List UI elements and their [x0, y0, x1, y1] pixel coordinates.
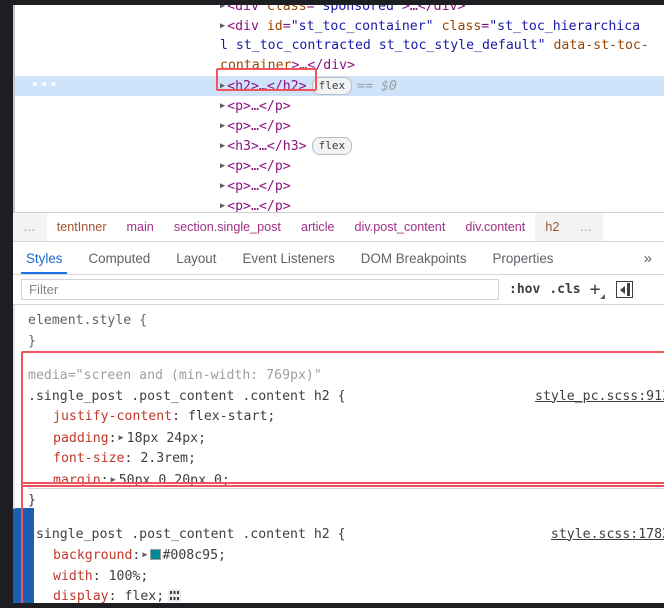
devtools-screenshot: ▶ <div class="sponsored">…</div> ▶ <div id… — [0, 0, 664, 608]
property-name[interactable]: font-size — [53, 451, 124, 466]
color-swatch-icon[interactable] — [150, 549, 162, 560]
tab-layout[interactable]: Layout — [163, 242, 229, 274]
breadcrumb-item-h2[interactable]: h2 — [535, 213, 570, 241]
rule-selector[interactable]: .single_post .post_content .content h2 { — [28, 527, 346, 542]
expand-triangle-icon[interactable]: ▶ — [220, 76, 225, 96]
dom-row-div-sponsored[interactable]: ▶ <div class="sponsored">…</div> — [15, 5, 664, 16]
property-name[interactable]: background — [53, 548, 132, 563]
expand-shorthand-icon[interactable]: ▶ — [119, 428, 124, 449]
breadcrumb-item-div-post-content[interactable]: div.post_content — [345, 213, 456, 241]
dom-row-p[interactable]: ▶ <p>…</p> — [15, 156, 664, 176]
tab-event-listeners[interactable]: Event Listeners — [229, 242, 347, 274]
declaration-display[interactable]: display: flex; — [13, 587, 664, 603]
flex-editor-icon[interactable] — [168, 589, 182, 602]
declaration-width[interactable]: width: 100%; — [13, 567, 664, 588]
property-value[interactable]: 50px 0 20px 0; — [119, 473, 230, 488]
filter-toolbar: :hov .cls + — [509, 278, 639, 300]
expand-triangle-icon[interactable]: ▶ — [220, 196, 225, 212]
rule-selector-row: .single_post .post_content .content h2 {… — [13, 387, 664, 408]
expand-triangle-icon[interactable]: ▶ — [220, 16, 225, 36]
expand-triangle-icon[interactable]: ▶ — [220, 116, 225, 136]
property-value[interactable]: #008c95; — [162, 548, 226, 563]
dom-row-div-toc-container-wrap1: l st_toc_contracted st_toc_style_default… — [220, 38, 649, 53]
expand-shorthand-icon[interactable]: ▶ — [142, 545, 147, 566]
window-left-edge — [0, 0, 13, 608]
plus-icon: + — [589, 278, 601, 300]
dom-row-p[interactable]: ▶ <p>…</p> — [15, 96, 664, 116]
dom-tree-panel[interactable]: ▶ <div class="sponsored">…</div> ▶ <div id… — [13, 5, 664, 212]
dom-row-p[interactable]: ▶ <p>…</p> — [15, 116, 664, 136]
rule-element-style[interactable]: element.style { } — [13, 305, 664, 356]
cls-button[interactable]: .cls — [549, 282, 580, 297]
dom-row-p[interactable]: ▶ <p>…</p> — [15, 196, 664, 212]
styles-filter-bar: Filter :hov .cls + — [13, 275, 664, 305]
rule-selector-row: .single_post .post_content .content h2 {… — [13, 525, 664, 546]
dom-row-equals: == — [357, 79, 373, 94]
breadcrumb-item-div-content[interactable]: div.content — [455, 213, 535, 241]
declaration-font-size[interactable]: font-size: 2.3rem; — [13, 449, 664, 470]
tab-dom-breakpoints[interactable]: DOM Breakpoints — [348, 242, 480, 274]
dom-tree-rows: ▶ <div class="sponsored">…</div> ▶ <div id… — [15, 5, 664, 212]
expand-triangle-icon[interactable]: ▶ — [220, 136, 225, 156]
breadcrumb-item-main[interactable]: main — [117, 213, 164, 241]
dom-row-collapsed-ellipsis: ••• — [31, 78, 59, 93]
rule-divider — [28, 488, 664, 489]
rule-selector[interactable]: .single_post .post_content .content h2 { — [28, 389, 346, 404]
dom-row-console-var: $0 — [380, 79, 397, 94]
property-name[interactable]: display — [53, 589, 109, 603]
rule-source-link[interactable]: style.scss:1782 — [551, 525, 664, 546]
flex-badge[interactable]: flex — [311, 77, 353, 95]
property-value[interactable]: 100%; — [109, 569, 149, 584]
expand-shorthand-icon[interactable]: ▶ — [111, 470, 116, 491]
rule-media-query: media="screen and (min-width: 769px)" — [28, 368, 322, 383]
expand-triangle-icon[interactable]: ▶ — [220, 5, 225, 16]
flex-badge[interactable]: flex — [311, 137, 353, 155]
rule-style-pc-scss-913[interactable]: media="screen and (min-width: 769px)" .s… — [13, 356, 664, 516]
element-style-selector: element.style { — [28, 313, 148, 328]
tab-properties[interactable]: Properties — [479, 242, 566, 274]
expand-triangle-icon[interactable]: ▶ — [220, 156, 225, 176]
hov-button[interactable]: :hov — [509, 282, 540, 297]
property-value[interactable]: flex-start; — [188, 409, 275, 424]
property-name[interactable]: margin — [53, 473, 101, 488]
breadcrumb-overflow-right[interactable]: … — [569, 213, 604, 241]
dom-row-p[interactable]: ▶ <p>…</p> — [15, 176, 664, 196]
rule-close-brace: } — [28, 493, 36, 508]
dom-row-div-toc-container-wrap2: container>…</div> — [220, 58, 356, 73]
property-name[interactable]: width — [53, 569, 93, 584]
declaration-padding[interactable]: padding: ▶ 18px 24px; — [13, 428, 664, 450]
tab-styles[interactable]: Styles — [13, 242, 75, 274]
breadcrumb-item-section-single-post[interactable]: section.single_post — [164, 213, 291, 241]
property-value[interactable]: 18px 24px; — [127, 431, 206, 446]
property-value[interactable]: flex; — [124, 589, 164, 603]
window-bottom-edge — [0, 603, 664, 608]
styles-tabbar[interactable]: Styles Computed Layout Event Listeners D… — [13, 242, 664, 275]
caret-left-icon — [620, 285, 626, 294]
expand-triangle-icon[interactable]: ▶ — [220, 96, 225, 116]
expand-triangle-icon[interactable]: ▶ — [220, 176, 225, 196]
tab-overflow-chevron-icon[interactable]: » — [638, 242, 664, 274]
rule-style-scss-1782[interactable]: .single_post .post_content .content h2 {… — [13, 516, 664, 604]
filter-input[interactable]: Filter — [21, 279, 499, 300]
tab-computed[interactable]: Computed — [75, 242, 163, 274]
rule-source-link[interactable]: style_pc.scss:913 — [535, 387, 664, 408]
property-name[interactable]: justify-content — [53, 409, 172, 424]
property-value[interactable]: 2.3rem; — [140, 451, 196, 466]
element-style-close: } — [28, 333, 36, 349]
property-name[interactable]: padding — [53, 431, 109, 446]
window-top-edge — [0, 0, 664, 5]
breadcrumb-item-contentinner[interactable]: tentInner — [47, 213, 117, 241]
styles-rules-pane[interactable]: element.style { } media="screen and (min… — [13, 305, 664, 603]
caret-down-icon — [600, 293, 606, 299]
dom-row-h3[interactable]: ▶ <h3>…</h3> flex — [15, 136, 664, 156]
declaration-background[interactable]: background: ▶ #008c95; — [13, 545, 664, 567]
declaration-justify-content[interactable]: justify-content: flex-start; — [13, 407, 664, 428]
breadcrumb-item-article[interactable]: article — [291, 213, 345, 241]
breadcrumb[interactable]: … tentInner main section.single_post art… — [13, 212, 664, 242]
dom-row-h2-selected[interactable]: ••• ▶ <h2>…</h2> flex == $0 — [15, 76, 664, 96]
dom-row-div-toc-container[interactable]: ▶ <div id="st_toc_container" class="st_to… — [15, 16, 664, 36]
breadcrumb-overflow-left[interactable]: … — [13, 213, 47, 241]
toggle-sidebar-icon[interactable] — [616, 281, 634, 298]
new-style-rule-button[interactable]: + — [589, 278, 606, 300]
